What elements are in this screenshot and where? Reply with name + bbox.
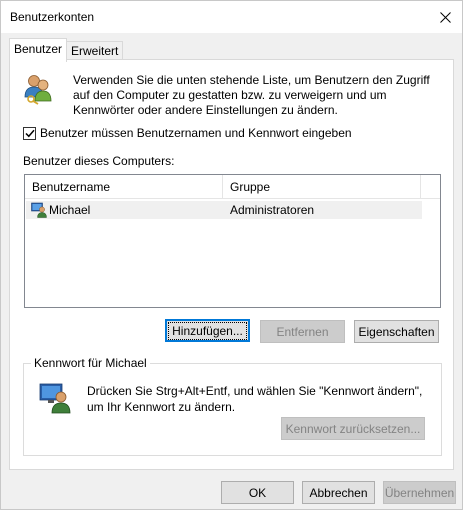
apply-label: Übernehmen bbox=[384, 485, 455, 500]
tab-erweitert[interactable]: Erweitert bbox=[66, 41, 124, 60]
user-monitor-icon bbox=[39, 383, 71, 414]
apply-button[interactable]: Übernehmen bbox=[383, 481, 456, 504]
cancel-label: Abbrechen bbox=[309, 485, 368, 500]
password-group-legend: Kennwort für Michael bbox=[31, 356, 150, 370]
column-header-group[interactable]: Gruppe bbox=[223, 175, 421, 199]
dialog-window: Benutzerkonten Benutzer Erweitert Verwen… bbox=[0, 0, 463, 510]
remove-user-button[interactable]: Entfernen bbox=[260, 320, 345, 343]
ok-label: OK bbox=[248, 485, 267, 500]
user-admin-icon bbox=[31, 202, 47, 218]
column-header-username[interactable]: Benutzername bbox=[25, 175, 223, 199]
row-username: Michael bbox=[49, 203, 91, 217]
cancel-button[interactable]: Abbrechen bbox=[302, 481, 375, 504]
require-login-label: Benutzer müssen Benutzernamen und Kennwo… bbox=[40, 126, 352, 140]
reset-password-label: Kennwort zurücksetzen... bbox=[285, 421, 421, 436]
close-button[interactable] bbox=[432, 5, 458, 29]
require-login-checkbox[interactable] bbox=[23, 126, 36, 140]
title-bar: Benutzerkonten bbox=[1, 1, 462, 33]
properties-button[interactable]: Eigenschaften bbox=[354, 320, 439, 343]
tab-benutzer[interactable]: Benutzer bbox=[9, 38, 68, 62]
require-login-row[interactable]: Benutzer müssen Benutzernamen und Kennwo… bbox=[23, 126, 352, 140]
users-list[interactable]: Benutzername Gruppe Michael Administrato… bbox=[24, 174, 441, 308]
remove-user-label: Entfernen bbox=[276, 324, 329, 339]
reset-password-button[interactable]: Kennwort zurücksetzen... bbox=[281, 417, 425, 440]
tab-label: Benutzer bbox=[14, 42, 63, 56]
window-title: Benutzerkonten bbox=[10, 10, 95, 24]
users-keys-icon bbox=[24, 75, 52, 105]
intro-text: Verwenden Sie die unten stehende Liste, … bbox=[73, 73, 430, 117]
checkmark-icon bbox=[24, 129, 35, 137]
row-group: Administratoren bbox=[230, 203, 315, 217]
dialog-footer: OK Abbrechen Übernehmen bbox=[1, 471, 462, 509]
tab-label: Erweitert bbox=[71, 44, 119, 58]
table-row[interactable]: Michael Administratoren bbox=[26, 201, 422, 219]
users-list-label: Benutzer dieses Computers: bbox=[23, 154, 175, 168]
ok-button[interactable]: OK bbox=[221, 481, 294, 504]
add-user-button[interactable]: Hinzufügen... bbox=[165, 319, 250, 342]
close-icon bbox=[439, 11, 451, 23]
list-header: Benutzername Gruppe bbox=[25, 175, 440, 199]
properties-label: Eigenschaften bbox=[358, 324, 435, 339]
add-user-label: Hinzufügen... bbox=[168, 321, 247, 340]
password-instructions: Drücken Sie Strg+Alt+Entf, und wählen Si… bbox=[87, 384, 423, 414]
